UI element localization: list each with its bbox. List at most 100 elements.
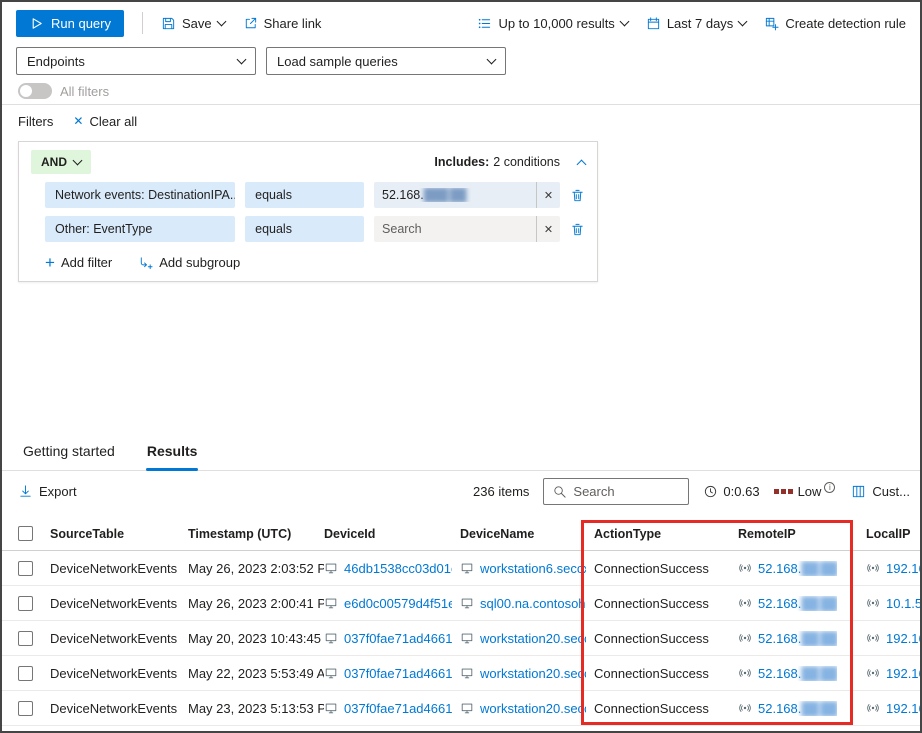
- table-row[interactable]: DeviceNetworkEvents May 20, 2023 10:43:4…: [2, 621, 920, 656]
- table-row[interactable]: DeviceNetworkEvents May 26, 2023 2:03:52…: [2, 551, 920, 586]
- results-limit-dropdown[interactable]: Up to 10,000 results: [477, 16, 627, 31]
- cell-actiontype: ConnectionSuccess: [594, 666, 738, 681]
- filter-group: AND Includes:2 conditions Network events…: [18, 141, 598, 282]
- filter-condition-row: Network events: DestinationIPA... equals…: [45, 182, 585, 208]
- column-header-localip[interactable]: LocalIP: [866, 527, 920, 541]
- run-query-button[interactable]: Run query: [16, 10, 124, 37]
- tab-getting-started[interactable]: Getting started: [22, 435, 116, 470]
- usage-square: [781, 489, 786, 494]
- resource-usage-indicator: Low i: [774, 484, 836, 499]
- device-id-link[interactable]: 46db1538cc03d01ed...: [344, 561, 452, 576]
- schema-dropdown[interactable]: Endpoints: [16, 47, 256, 75]
- condition-field-pill[interactable]: Network events: DestinationIPA...: [45, 182, 235, 208]
- local-ip-link[interactable]: 192.168...: [886, 631, 920, 646]
- add-filter-button[interactable]: + Add filter: [45, 254, 112, 271]
- toggle-knob: [20, 85, 32, 97]
- remote-ip-redacted: ██ ██: [801, 561, 836, 576]
- run-query-label: Run query: [51, 16, 111, 31]
- row-checkbox-cell: [18, 561, 50, 576]
- remote-ip-link[interactable]: 52.168.██ ██: [758, 666, 837, 681]
- ip-address-icon: [866, 631, 880, 645]
- column-header-actiontype[interactable]: ActionType: [594, 527, 738, 541]
- share-link-button[interactable]: Share link: [243, 16, 322, 31]
- remote-ip-link[interactable]: 52.168.██ ██: [758, 561, 837, 576]
- results-search-input[interactable]: [543, 478, 689, 505]
- clear-value-button[interactable]: ✕: [536, 216, 560, 242]
- time-range-dropdown[interactable]: Last 7 days: [646, 16, 747, 31]
- chevron-down-icon: [73, 156, 83, 166]
- remote-ip-link[interactable]: 52.168.██ ██: [758, 701, 837, 716]
- device-id-link[interactable]: 037f0fae71ad4661e3...: [344, 631, 452, 646]
- table-row[interactable]: DeviceNetworkEvents May 22, 2023 5:53:49…: [2, 656, 920, 691]
- cell-deviceid: 037f0fae71ad4661e3...: [324, 701, 460, 716]
- sample-queries-dropdown[interactable]: Load sample queries: [266, 47, 506, 75]
- remote-ip-link[interactable]: 52.168.██ ██: [758, 596, 837, 611]
- clock-icon: [703, 484, 718, 499]
- local-ip-link[interactable]: 10.1.5.1...: [886, 596, 920, 611]
- save-button[interactable]: Save: [161, 16, 225, 31]
- condition-value-input[interactable]: Search ✕: [374, 216, 560, 242]
- command-bar: Run query Save Share link Up to 10,000 r…: [2, 2, 920, 44]
- cell-localip: 192.168...: [866, 631, 920, 646]
- tab-results[interactable]: Results: [146, 435, 199, 470]
- all-filters-toggle[interactable]: [18, 83, 52, 99]
- device-name-link[interactable]: workstation20.seccxp...: [480, 666, 586, 681]
- results-search-field[interactable]: [573, 484, 680, 499]
- local-ip-link[interactable]: 192.168: [886, 561, 920, 576]
- select-all-checkbox[interactable]: [18, 526, 33, 541]
- device-name-link[interactable]: workstation20.seccxp...: [480, 631, 586, 646]
- table-row[interactable]: DeviceNetworkEvents May 23, 2023 5:13:53…: [2, 691, 920, 726]
- row-checkbox-cell: [18, 666, 50, 681]
- column-header-sourcetable[interactable]: SourceTable: [50, 527, 188, 541]
- group-operator-dropdown[interactable]: AND: [31, 150, 91, 174]
- row-checkbox[interactable]: [18, 561, 33, 576]
- add-subgroup-button[interactable]: Add subgroup: [138, 254, 240, 271]
- column-header-devicename[interactable]: DeviceName: [460, 527, 594, 541]
- cell-sourcetable: DeviceNetworkEvents: [50, 561, 188, 576]
- condition-field-pill[interactable]: Other: EventType: [45, 216, 235, 242]
- device-id-link[interactable]: e6d0c00579d4f51ee1...: [344, 596, 452, 611]
- remote-ip-link[interactable]: 52.168.██ ██: [758, 631, 837, 646]
- column-header-remoteip[interactable]: RemoteIP: [738, 527, 866, 541]
- device-name-link[interactable]: sql00.na.contosohote...: [480, 596, 586, 611]
- remote-ip-redacted: ██ ██: [801, 596, 836, 611]
- local-ip-link[interactable]: 192.168...: [886, 666, 920, 681]
- export-button[interactable]: Export: [18, 484, 77, 499]
- time-range-label: Last 7 days: [667, 16, 734, 31]
- clear-all-button[interactable]: ✕ Clear all: [73, 114, 137, 129]
- customize-columns-button[interactable]: Cust...: [851, 484, 910, 499]
- device-name-link[interactable]: workstation6.seccxp...: [480, 561, 586, 576]
- collapse-group-button[interactable]: [578, 157, 585, 168]
- cell-timestamp: May 20, 2023 10:43:45 PM: [188, 631, 324, 646]
- delete-condition-button[interactable]: [570, 222, 585, 237]
- add-subgroup-label: Add subgroup: [159, 255, 240, 270]
- ip-address-icon: [866, 701, 880, 715]
- local-ip-link[interactable]: 192.168...: [886, 701, 920, 716]
- save-icon: [161, 16, 176, 31]
- row-checkbox[interactable]: [18, 701, 33, 716]
- row-checkbox[interactable]: [18, 596, 33, 611]
- cell-devicename: sql00.na.contosohote...: [460, 596, 594, 611]
- share-link-label: Share link: [264, 16, 322, 31]
- table-row[interactable]: DeviceNetworkEvents May 26, 2023 2:00:41…: [2, 586, 920, 621]
- trash-icon: [570, 222, 585, 237]
- add-icon: +: [45, 254, 55, 271]
- cell-sourcetable: DeviceNetworkEvents: [50, 666, 188, 681]
- row-checkbox[interactable]: [18, 666, 33, 681]
- device-name-link[interactable]: workstation20.seccxp...: [480, 701, 586, 716]
- condition-operator-pill[interactable]: equals: [245, 216, 364, 242]
- row-checkbox[interactable]: [18, 631, 33, 646]
- create-detection-rule-button[interactable]: Create detection rule: [764, 16, 906, 31]
- column-header-timestamp[interactable]: Timestamp (UTC): [188, 527, 324, 541]
- delete-condition-button[interactable]: [570, 188, 585, 203]
- remote-ip-visible: 52.168.: [758, 701, 801, 716]
- cell-localip: 192.168...: [866, 701, 920, 716]
- group-operator-value: AND: [41, 155, 67, 169]
- device-id-link[interactable]: 037f0fae71ad4661e3...: [344, 666, 452, 681]
- clear-value-button[interactable]: ✕: [536, 182, 560, 208]
- device-id-link[interactable]: 037f0fae71ad4661e3...: [344, 701, 452, 716]
- condition-operator-pill[interactable]: equals: [245, 182, 364, 208]
- column-header-deviceid[interactable]: DeviceId: [324, 527, 460, 541]
- condition-value-input[interactable]: 52.168.███ ██ ✕: [374, 182, 560, 208]
- filter-group-header: AND Includes:2 conditions: [31, 150, 585, 174]
